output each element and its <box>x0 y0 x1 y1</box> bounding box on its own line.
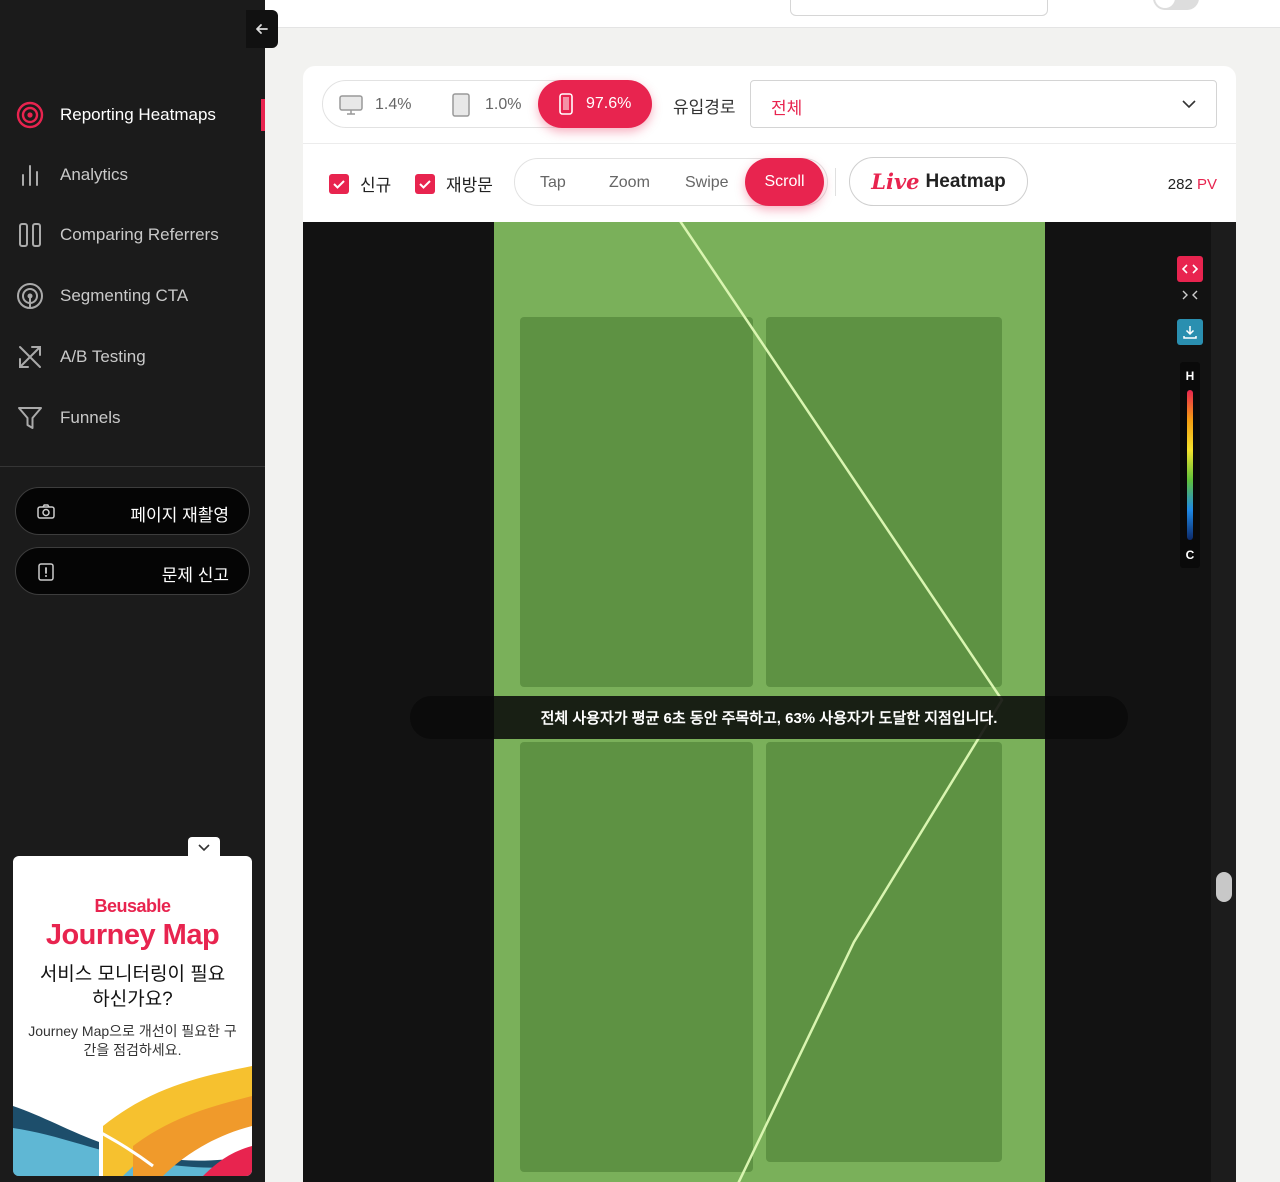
device-tablet-percent: 1.0% <box>485 96 522 113</box>
promo-brand: Beusable <box>94 896 171 916</box>
filter-returning-label: 재방문 <box>446 176 493 195</box>
toolbar-divider <box>303 143 1236 144</box>
device-mobile-percent: 97.6% <box>586 95 632 112</box>
device-tablet-tab[interactable]: 1.0% <box>449 81 521 129</box>
heatmap-panel: 1.4% 1.0% 97.6% 유입경로 전체 신규 재방문 Tap Zoom … <box>303 66 1236 1182</box>
sidebar-item-segmenting-cta[interactable]: Segmenting CTA <box>0 271 265 321</box>
desktop-icon <box>339 93 363 117</box>
active-indicator <box>261 99 265 131</box>
alert-icon <box>36 562 56 582</box>
legend-low-label: C <box>1185 548 1195 562</box>
header-toggle-switch[interactable] <box>1153 0 1199 10</box>
pv-number: 282 <box>1167 176 1193 193</box>
sidebar-item-ab-testing[interactable]: A/B Testing <box>0 332 265 382</box>
target-icon <box>16 101 44 129</box>
type-zoom-tab[interactable]: Zoom <box>609 159 650 207</box>
promo-product: Journey Map <box>45 919 220 951</box>
recapture-page-button[interactable]: 페이지 재촬영 <box>15 487 250 535</box>
sidebar-item-label: Funnels <box>60 408 121 427</box>
expand-width-button[interactable] <box>1177 256 1203 282</box>
sidebar-item-label: Segmenting CTA <box>60 286 189 305</box>
heat-color-legend: H C <box>1180 362 1200 568</box>
sidebar-divider <box>0 466 265 467</box>
heatmap-viewport[interactable]: 전체 사용자가 평균 6초 동안 주목하고, 63% 사용자가 도달한 지점입니… <box>303 222 1236 1182</box>
report-issue-label: 문제 신고 <box>161 566 229 585</box>
download-icon <box>1183 326 1197 339</box>
promo-collapse-button[interactable] <box>188 837 220 857</box>
sidebar-item-comparing-referrers[interactable]: Comparing Referrers <box>0 210 265 260</box>
top-header <box>265 0 1280 28</box>
filter-returning-visitors[interactable]: 재방문 <box>415 171 493 196</box>
shuffle-icon <box>16 343 44 371</box>
bar-chart-icon <box>16 161 44 189</box>
code-brackets-icon <box>1181 264 1199 274</box>
live-heatmap-button[interactable]: Live Heatmap <box>849 157 1028 206</box>
device-desktop-percent: 1.4% <box>375 96 412 113</box>
sidebar: Reporting Heatmaps Analytics Comparing R… <box>0 0 278 1182</box>
promo-wave-illustration <box>13 1066 252 1176</box>
device-desktop-tab[interactable]: 1.4% <box>339 81 411 129</box>
type-swipe-tab[interactable]: Swipe <box>685 159 729 207</box>
device-mobile-tab[interactable]: 97.6% <box>538 80 652 128</box>
camera-icon <box>36 502 56 522</box>
filter-new-label: 신규 <box>360 176 392 195</box>
device-selector: 1.4% 1.0% 97.6% <box>322 80 652 128</box>
type-scroll-tab[interactable]: Scroll <box>745 158 824 206</box>
mobile-icon <box>558 92 574 116</box>
sidebar-item-label: A/B Testing <box>60 347 146 366</box>
filter-new-visitors[interactable]: 신규 <box>329 171 391 196</box>
sidebar-item-funnels[interactable]: Funnels <box>0 393 265 443</box>
broadcast-icon <box>16 282 44 310</box>
pv-unit: PV <box>1196 176 1217 193</box>
sidebar-item-reporting-heatmaps[interactable]: Reporting Heatmaps <box>0 90 265 140</box>
sidebar-item-label: Reporting Heatmaps <box>60 105 216 124</box>
referrer-selected-value: 전체 <box>771 99 803 118</box>
columns-icon <box>16 221 44 249</box>
checkbox-checked-icon <box>329 173 349 194</box>
report-issue-button[interactable]: 문제 신고 <box>15 547 250 595</box>
scrollbar-thumb[interactable] <box>1216 872 1232 902</box>
collapse-arrows-icon <box>1182 290 1198 300</box>
heatmap-type-selector: Tap Zoom Swipe Scroll <box>514 158 828 206</box>
referrer-select[interactable]: 전체 <box>750 80 1217 128</box>
sidebar-item-label: Comparing Referrers <box>60 225 219 244</box>
sidebar-item-label: Analytics <box>60 165 129 184</box>
sidebar-collapse-button[interactable] <box>246 10 278 48</box>
pageview-count: 282 PV <box>1168 176 1217 193</box>
chevron-down-icon <box>198 844 210 852</box>
promo-headline: 서비스 모니터링이 필요하신가요? <box>39 964 226 1010</box>
collapse-width-button[interactable] <box>1177 282 1203 308</box>
toolbar-separator <box>835 168 836 196</box>
promo-description: Journey Map으로 개선이 필요한 구간을 점검하세요. <box>28 1023 237 1058</box>
funnel-icon <box>16 404 44 432</box>
scroll-info-tooltip: 전체 사용자가 평균 6초 동안 주목하고, 63% 사용자가 도달한 지점입니… <box>410 696 1128 739</box>
download-button[interactable] <box>1177 319 1203 345</box>
sidebar-item-analytics[interactable]: Analytics <box>0 150 265 200</box>
arrow-left-icon <box>256 24 268 34</box>
legend-gradient <box>1187 390 1193 540</box>
journey-map-promo[interactable]: Beusable Journey Map 서비스 모니터링이 필요하신가요? J… <box>13 856 252 1176</box>
referrer-label: 유입경로 <box>673 98 736 117</box>
live-heatmap-label: Heatmap <box>925 170 1006 192</box>
viewport-scrollbar[interactable] <box>1211 222 1236 1182</box>
checkbox-checked-icon <box>415 173 435 194</box>
recapture-page-label: 페이지 재촬영 <box>130 506 229 525</box>
tablet-icon <box>449 93 473 117</box>
date-range-picker[interactable] <box>790 0 1048 16</box>
live-logo-text: Live <box>871 169 920 194</box>
legend-high-label: H <box>1185 369 1195 383</box>
type-tap-tab[interactable]: Tap <box>540 159 566 207</box>
chevron-down-icon <box>1182 100 1196 109</box>
